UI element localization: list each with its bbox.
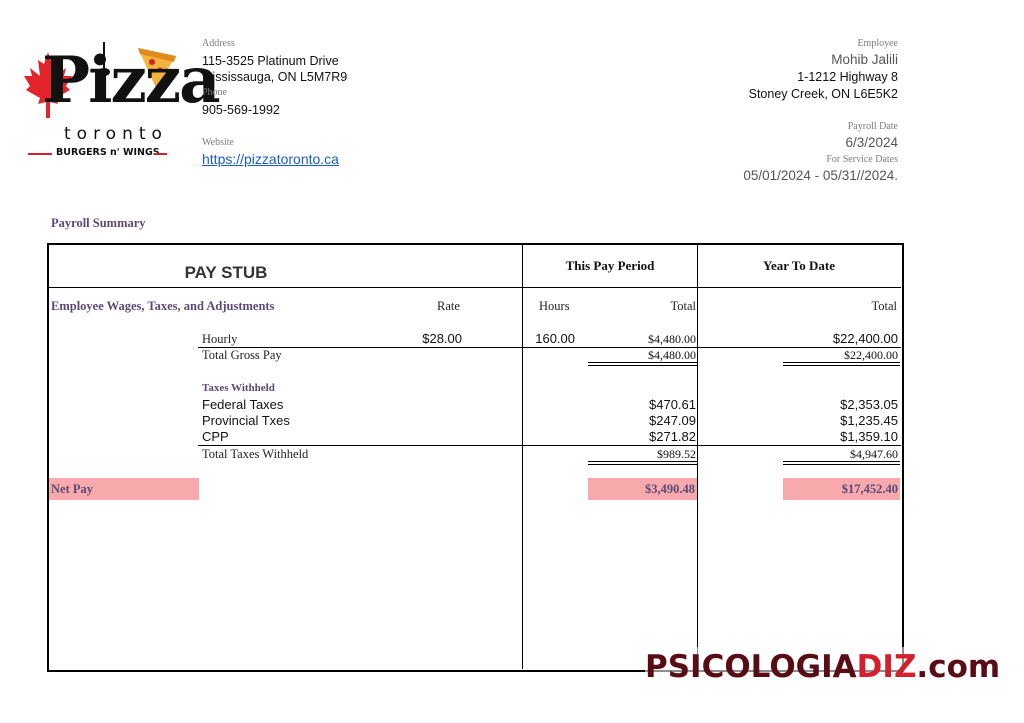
company-address-line1: 115-3525 Platinum Drive [202,54,339,68]
website-link[interactable]: https://pizzatoronto.ca [202,151,339,167]
company-phone: 905-569-1992 [202,103,280,117]
service-dates: 05/01/2024 - 05/31//2024. [743,168,898,183]
employee-address-line2: Stoney Creek, ON L6E5K2 [748,87,898,101]
total-taxes-total: $989.52 [657,447,696,461]
total-taxes-ytd: $4,947.60 [850,447,898,461]
net-pay-label: Net Pay [51,482,93,496]
tax-ytd-provincial: $1,235.45 [840,413,898,428]
logo-text-main: Pizza [42,43,221,118]
payroll-date: 6/3/2024 [845,135,898,150]
col-ytd-total-header: Total [871,299,897,313]
gross-pay-ytd: $22,400.00 [844,348,898,362]
logo-text-city: toronto [64,124,168,144]
col-hours-header: Hours [539,299,570,313]
watermark-part3: .com [916,649,1001,685]
gross-ytd-double-rule-1 [783,362,900,363]
taxes-rule [198,445,901,446]
this-pay-period-header: This Pay Period [565,258,655,273]
employee-name: Mohib Jalili [831,52,898,67]
tax-label-cpp: CPP [202,429,229,444]
header-rule [48,287,901,288]
total-taxes-label: Total Taxes Withheld [202,447,309,461]
hourly-hours: 160.00 [535,331,575,346]
taxes-double-rule-2 [588,464,697,465]
gross-pay-label: Total Gross Pay [202,348,282,362]
payroll-summary-title: Payroll Summary [51,216,146,230]
tax-total-cpp: $271.82 [649,429,696,444]
watermark-part1: PSICOLOGIA [645,649,857,685]
payroll-date-label: Payroll Date [847,121,898,132]
watermark-part2: DIZ [856,649,917,685]
watermark: PSICOLOGIADIZ.com [645,647,1001,687]
taxes-double-rule-1 [588,461,697,462]
tax-ytd-cpp: $1,359.10 [840,429,898,444]
tax-ytd-federal: $2,353.05 [840,397,898,412]
pay-stub-title: PAY STUB [184,263,268,282]
logo-text-tag: BURGERS n' WINGS [56,147,160,158]
divider-col-period [522,244,523,669]
gross-double-rule-2 [588,365,697,366]
section-header: Employee Wages, Taxes, and Adjustments [51,299,275,313]
net-pay-total: $3,490.48 [645,482,695,496]
service-dates-label: For Service Dates [826,154,898,165]
gross-ytd-double-rule-2 [783,365,900,366]
gross-pay-total: $4,480.00 [648,348,696,362]
taxes-ytd-double-rule-2 [783,464,900,465]
employee-address-line1: 1-1212 Highway 8 [797,70,898,84]
tax-label-federal: Federal Taxes [202,397,284,412]
divider-col-ytd [697,244,698,669]
gross-double-rule-1 [588,362,697,363]
hourly-rate: $28.00 [422,331,462,346]
employee-label: Employee [857,38,898,49]
phone-label: Phone [202,87,227,98]
tax-total-provincial: $247.09 [649,413,696,428]
year-to-date-header: Year To Date [763,258,835,273]
tax-label-provincial: Provincial Txes [202,413,290,428]
website-label: Website [202,137,234,148]
hourly-ytd: $22,400.00 [832,331,898,346]
logo-tag-rule-right [155,153,167,155]
taxes-withheld-header: Taxes Withheld [202,382,275,394]
address-label: Address [202,38,235,49]
col-total-header: Total [670,299,696,313]
taxes-ytd-double-rule-1 [783,461,900,462]
col-rate-header: Rate [437,299,460,313]
logo-tag-rule-left [28,153,52,155]
net-pay-ytd: $17,452.40 [841,482,898,496]
company-address-line2: Mississauga, ON L5M7R9 [202,70,348,84]
hourly-total: $4,480.00 [648,332,696,346]
hourly-label: Hourly [202,332,238,346]
tax-total-federal: $470.61 [649,397,696,412]
